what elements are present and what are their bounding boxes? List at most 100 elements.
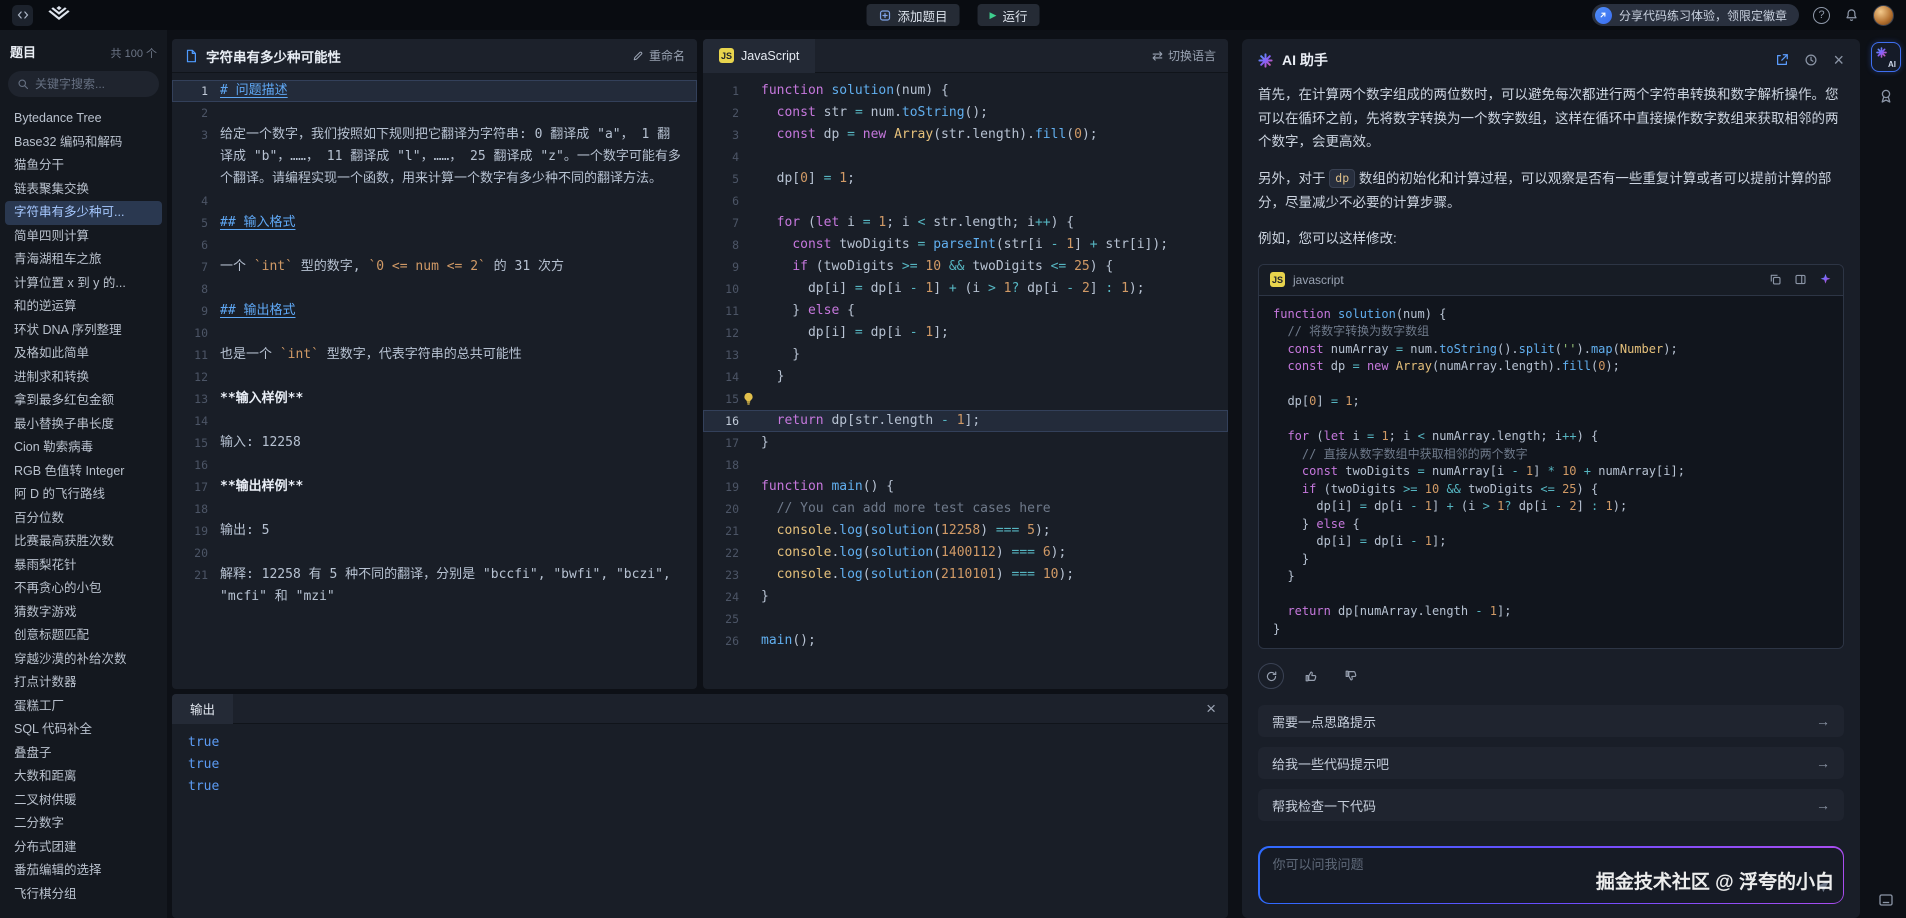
sidebar-item[interactable]: 暴雨梨花针 — [0, 554, 167, 578]
editor-line-14[interactable]: 14 — [172, 410, 697, 432]
sidebar-item[interactable]: 及格如此简单 — [0, 342, 167, 366]
sidebar-item[interactable]: RGB 色值转 Integer — [0, 460, 167, 484]
add-problem-button[interactable]: 添加题目 — [867, 4, 960, 26]
editor-line-14[interactable]: 14 } — [703, 366, 1228, 388]
sidebar-item[interactable]: 计算位置 x 到 y 的... — [0, 272, 167, 296]
editor-line-10[interactable]: 10 — [172, 322, 697, 344]
editor-line-11[interactable]: 11也是一个 `int` 型数字，代表字符串的总共可能性 — [172, 344, 697, 366]
ai-suggestion-button[interactable]: 需要一点思路提示→ — [1258, 705, 1844, 737]
editor-line-7[interactable]: 7一个 `int` 型的数字, `0 <= num <= 2` 的 31 次方 — [172, 256, 697, 278]
sidebar-item[interactable]: 番茄编辑的选择 — [0, 859, 167, 883]
sidebar-item[interactable]: 最小替换子串长度 — [0, 413, 167, 437]
copy-icon[interactable] — [1769, 273, 1782, 286]
editor-line-20[interactable]: 20 // You can add more test cases here — [703, 498, 1228, 520]
ai-close-icon[interactable]: × — [1833, 51, 1844, 69]
editor-line-22[interactable]: 22 console.log(solution(1400112) === 6); — [703, 542, 1228, 564]
lightbulb-icon[interactable] — [742, 392, 755, 405]
ai-conversation[interactable]: 首先，在计算两个数字组成的两位数时，可以避免每次都进行两个字符串转换和数字解析操… — [1242, 81, 1860, 842]
sidebar-item[interactable]: 环状 DNA 序列整理 — [0, 319, 167, 343]
editor-line-19[interactable]: 19function main() { — [703, 476, 1228, 498]
magic-icon[interactable] — [1819, 273, 1832, 286]
sidebar-item[interactable]: 蛋糕工厂 — [0, 695, 167, 719]
editor-line-16[interactable]: 16 — [172, 454, 697, 476]
sidebar-item[interactable]: 飞行棋分组 — [0, 883, 167, 907]
tab-javascript[interactable]: JS JavaScript — [703, 39, 815, 73]
editor-line-4[interactable]: 4 — [703, 146, 1228, 168]
search-input[interactable] — [35, 77, 150, 91]
sidebar-item[interactable]: 和的逆运算 — [0, 295, 167, 319]
sidebar-item[interactable]: 链表聚集交换 — [0, 178, 167, 202]
sidebar-item[interactable]: SQL 代码补全 — [0, 718, 167, 742]
editor-line-3[interactable]: 3给定一个数字，我们按照如下规则把它翻译为字符串: 0 翻译成 "a"， 1 翻… — [172, 124, 697, 190]
editor-line-18[interactable]: 18 — [172, 498, 697, 520]
editor-line-23[interactable]: 23 console.log(solution(2110101) === 10)… — [703, 564, 1228, 586]
thumbs-down-button[interactable] — [1338, 663, 1364, 689]
sidebar-item[interactable]: 猫鱼分干 — [0, 154, 167, 178]
regenerate-button[interactable] — [1258, 663, 1284, 689]
editor-line-15[interactable]: 15 — [703, 388, 1228, 410]
ai-suggestion-button[interactable]: 给我一些代码提示吧→ — [1258, 747, 1844, 779]
sidebar-item[interactable]: 字符串有多少种可... — [5, 201, 162, 225]
sidebar-item[interactable]: 阿 D 的飞行路线 — [0, 483, 167, 507]
switch-language-button[interactable]: ⇄ 切换语言 — [1152, 47, 1216, 64]
open-in-new-icon[interactable] — [1775, 53, 1789, 67]
tab-output[interactable]: 输出 — [172, 694, 233, 724]
sidebar-item[interactable]: 猜数字游戏 — [0, 601, 167, 625]
insert-code-icon[interactable] — [1794, 273, 1807, 286]
close-icon[interactable]: × — [1206, 700, 1216, 717]
juejin-logo-icon[interactable] — [47, 6, 71, 24]
editor-line-3[interactable]: 3 const dp = new Array(str.length).fill(… — [703, 124, 1228, 146]
editor-line-1[interactable]: 1function solution(num) { — [703, 80, 1228, 102]
sidebar-item[interactable]: 二分数字 — [0, 812, 167, 836]
run-button[interactable]: ▶ 运行 — [978, 4, 1040, 26]
editor-line-12[interactable]: 12 — [172, 366, 697, 388]
editor-line-13[interactable]: 13 } — [703, 344, 1228, 366]
sidebar-item[interactable]: Base32 编码和解码 — [0, 131, 167, 155]
sidebar-item[interactable]: 打点计数器 — [0, 671, 167, 695]
editor-line-6[interactable]: 6 — [703, 190, 1228, 212]
sidebar-item[interactable]: 二叉树供暖 — [0, 789, 167, 813]
sidebar-item[interactable]: 不再贪心的小包 — [0, 577, 167, 601]
editor-line-15[interactable]: 15输入: 12258 — [172, 432, 697, 454]
problem-editor[interactable]: 1# 问题描述2 3给定一个数字，我们按照如下规则把它翻译为字符串: 0 翻译成… — [172, 73, 697, 689]
editor-line-20[interactable]: 20 — [172, 542, 697, 564]
ai-assistant-toggle[interactable]: AI — [1871, 42, 1901, 72]
editor-line-2[interactable]: 2 — [172, 102, 697, 124]
editor-line-5[interactable]: 5 dp[0] = 1; — [703, 168, 1228, 190]
thumbs-up-button[interactable] — [1298, 663, 1324, 689]
send-icon[interactable] — [1816, 879, 1831, 894]
editor-line-12[interactable]: 12 dp[i] = dp[i - 1]; — [703, 322, 1228, 344]
editor-line-10[interactable]: 10 dp[i] = dp[i - 1] + (i > 1? dp[i - 2]… — [703, 278, 1228, 300]
editor-line-6[interactable]: 6 — [172, 234, 697, 256]
sidebar-item[interactable]: 创意标题匹配 — [0, 624, 167, 648]
ai-suggestion-button[interactable]: 帮我检查一下代码→ — [1258, 789, 1844, 821]
medal-icon[interactable] — [1878, 88, 1894, 104]
editor-line-26[interactable]: 26main(); — [703, 630, 1228, 652]
editor-line-13[interactable]: 13**输入样例** — [172, 388, 697, 410]
sidebar-item[interactable]: 大数和距离 — [0, 765, 167, 789]
editor-line-8[interactable]: 8 const twoDigits = parseInt(str[i - 1] … — [703, 234, 1228, 256]
sidebar-item[interactable]: 比赛最高获胜次数 — [0, 530, 167, 554]
editor-line-8[interactable]: 8 — [172, 278, 697, 300]
editor-line-5[interactable]: 5## 输入格式 — [172, 212, 697, 234]
rename-button[interactable]: 重命名 — [632, 47, 685, 64]
editor-line-17[interactable]: 17**输出样例** — [172, 476, 697, 498]
share-banner[interactable]: 分享代码练习体验，领限定徽章 — [1592, 4, 1799, 26]
sidebar-item[interactable]: 分布式团建 — [0, 836, 167, 860]
editor-line-7[interactable]: 7 for (let i = 1; i < str.length; i++) { — [703, 212, 1228, 234]
sidebar-item[interactable]: 简单四则计算 — [0, 225, 167, 249]
sidebar-item[interactable]: 拿到最多红包金额 — [0, 389, 167, 413]
editor-line-2[interactable]: 2 const str = num.toString(); — [703, 102, 1228, 124]
console-toggle-icon[interactable] — [1878, 892, 1894, 908]
editor-line-21[interactable]: 21解释: 12258 有 5 种不同的翻译，分别是 "bccfi", "bwf… — [172, 564, 697, 608]
history-icon[interactable] — [1804, 53, 1818, 67]
ai-question-input[interactable] — [1273, 857, 1799, 872]
editor-line-25[interactable]: 25 — [703, 608, 1228, 630]
sidebar-item[interactable]: Bytedance Tree — [0, 107, 167, 131]
editor-line-4[interactable]: 4 — [172, 190, 697, 212]
editor-line-18[interactable]: 18 — [703, 454, 1228, 476]
editor-line-1[interactable]: 1# 问题描述 — [172, 80, 697, 102]
editor-line-11[interactable]: 11 } else { — [703, 300, 1228, 322]
editor-line-21[interactable]: 21 console.log(solution(12258) === 5); — [703, 520, 1228, 542]
editor-line-17[interactable]: 17} — [703, 432, 1228, 454]
